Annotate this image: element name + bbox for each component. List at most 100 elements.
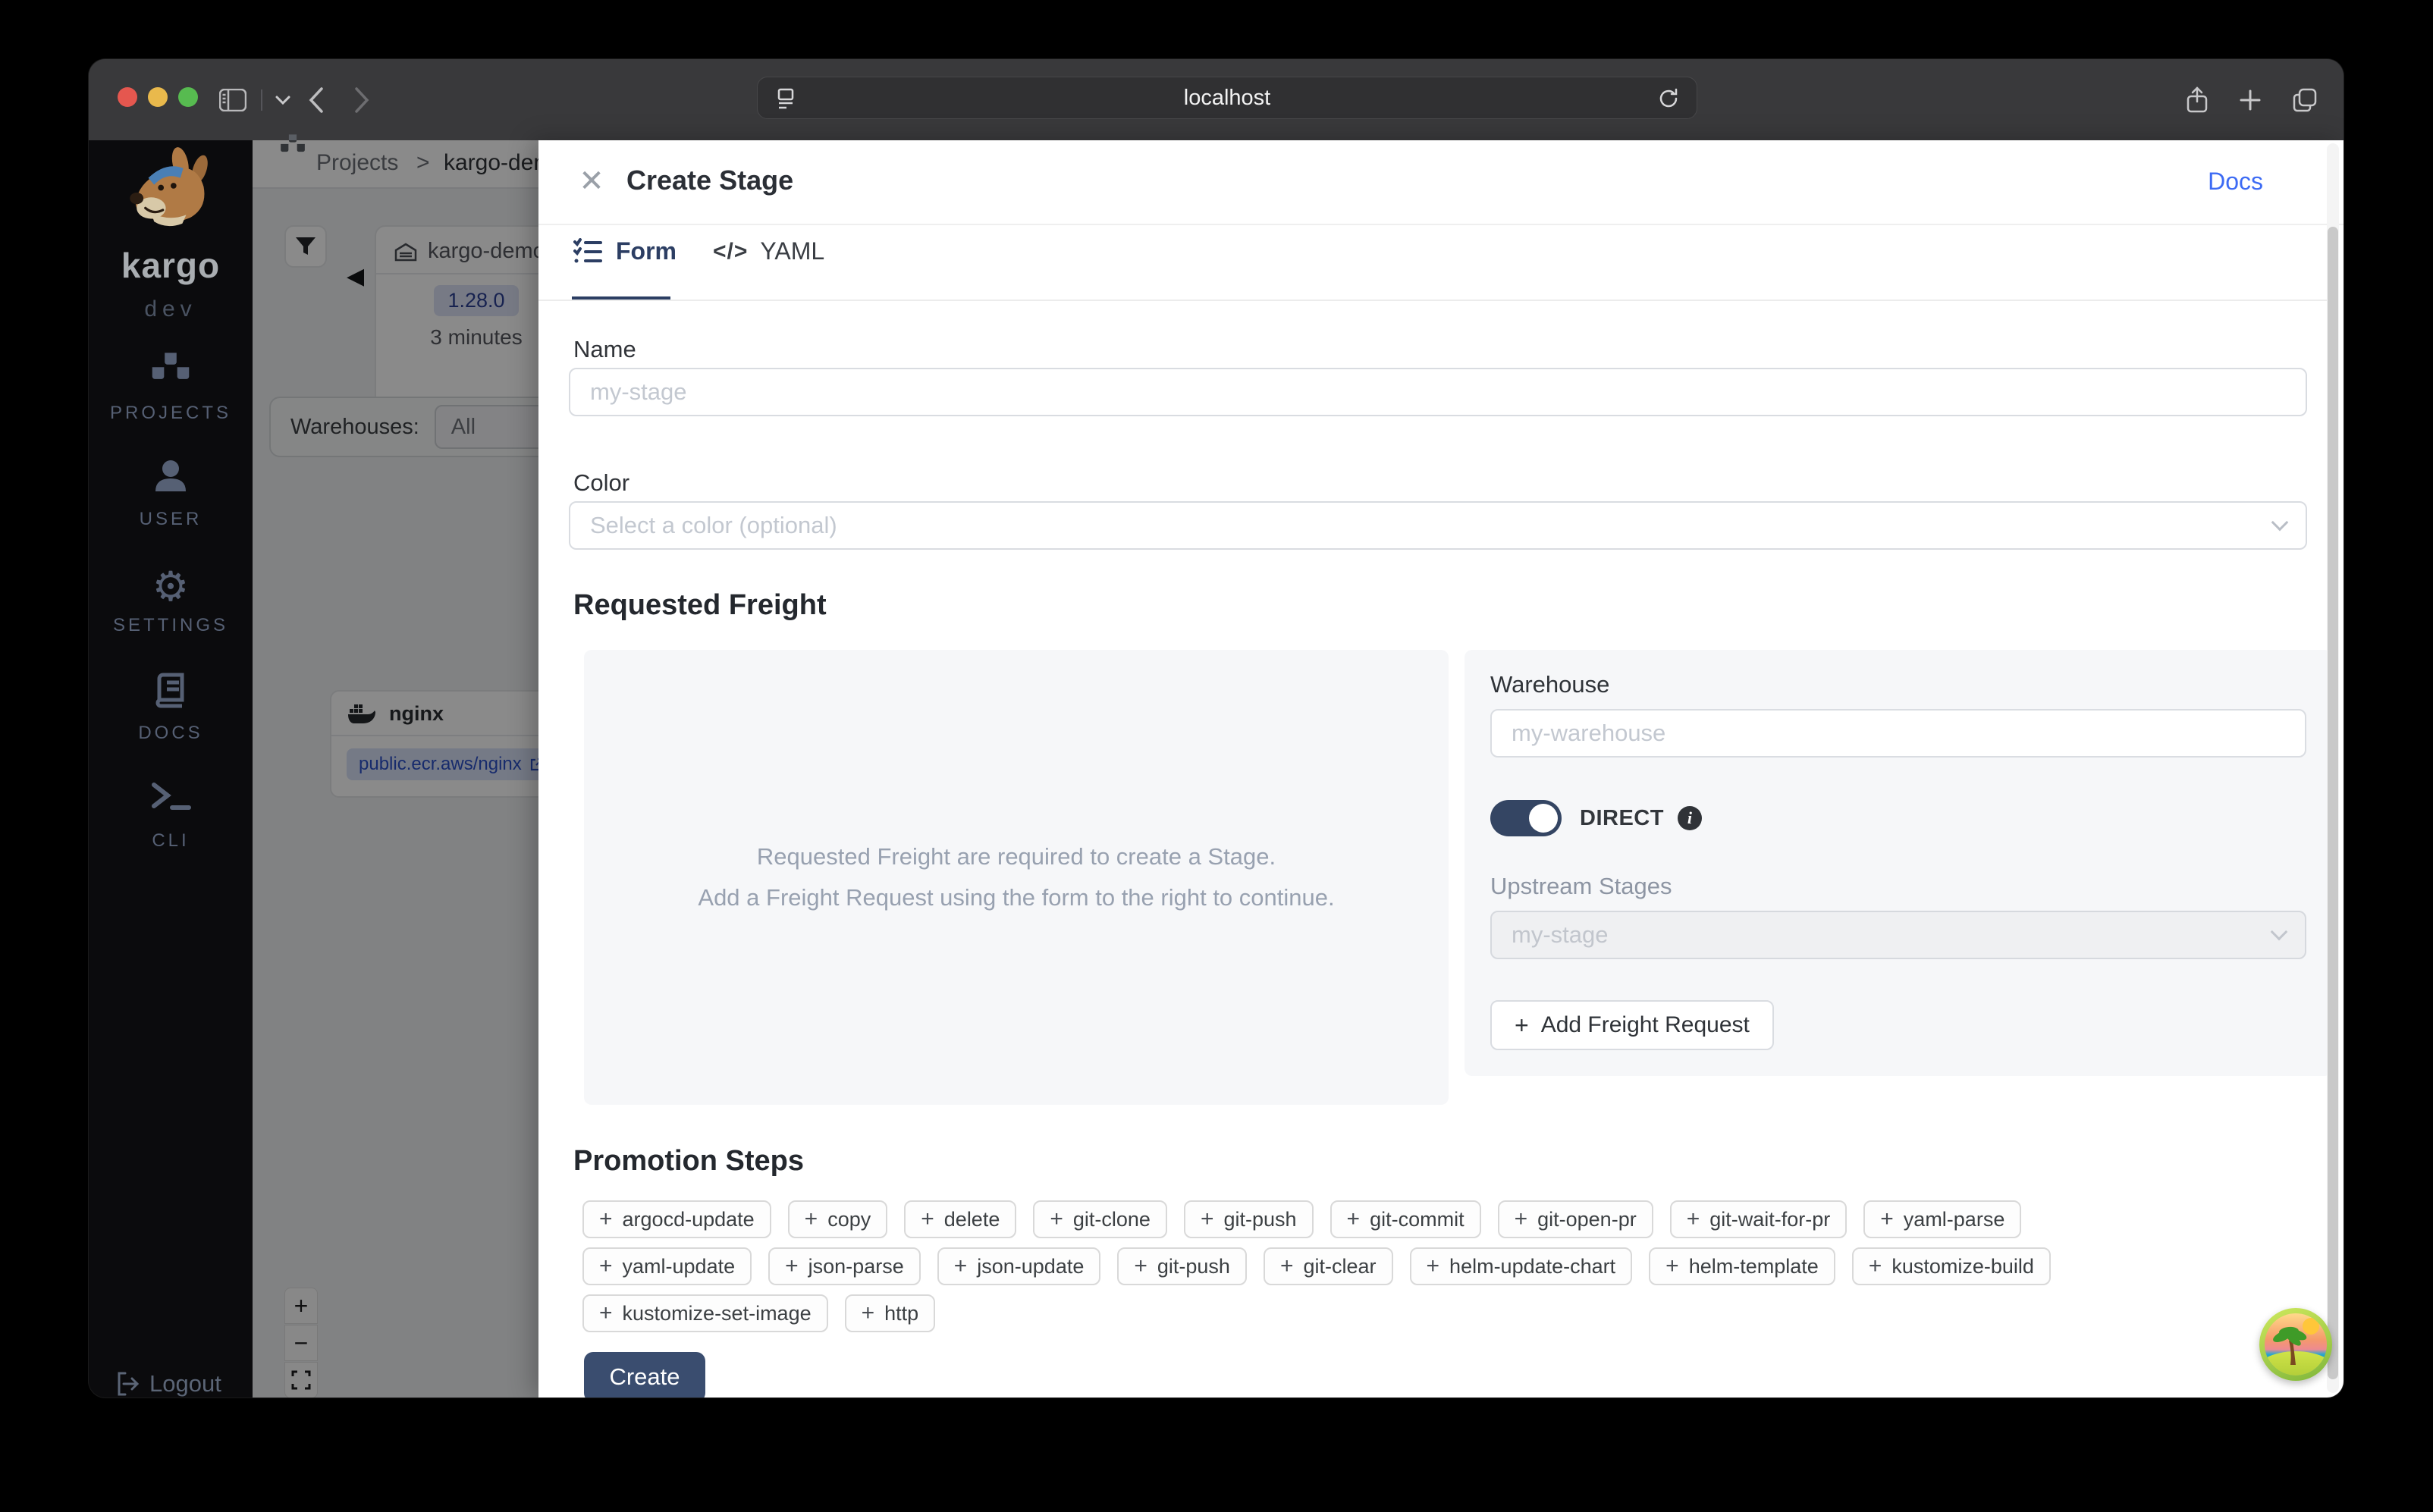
sidebar-item-user[interactable]: USER — [89, 457, 253, 530]
chevron-down-icon — [2271, 924, 2288, 941]
step-chip-copy[interactable]: +copy — [788, 1200, 888, 1238]
color-select[interactable]: Select a color (optional) — [569, 501, 2307, 550]
empty-line-1: Requested Freight are required to create… — [757, 843, 1276, 870]
plus-icon: + — [1201, 1206, 1214, 1232]
plus-icon: + — [1869, 1253, 1882, 1279]
sidebar-toggle-icon[interactable] — [212, 59, 254, 140]
step-chip-git-push-2[interactable]: +git-push — [1117, 1247, 1247, 1285]
promotion-steps-row-3: +kustomize-set-image +http — [582, 1294, 935, 1332]
gear-icon: ⚙ — [89, 563, 253, 610]
url-text: localhost — [1184, 86, 1270, 111]
empty-line-2: Add a Freight Request using the form to … — [698, 884, 1334, 911]
screen: localhost — [0, 0, 2433, 1512]
scrollbar-thumb[interactable] — [2328, 227, 2338, 1379]
sidebar-item-settings[interactable]: ⚙ SETTINGS — [89, 563, 253, 636]
plus-icon: + — [1515, 1012, 1529, 1040]
step-chip-argocd-update[interactable]: +argocd-update — [582, 1200, 771, 1238]
name-input[interactable]: my-stage — [569, 368, 2307, 416]
browser-window: localhost — [89, 59, 2344, 1398]
logout-button[interactable]: Logout — [116, 1370, 221, 1398]
plus-icon: + — [1427, 1253, 1440, 1279]
user-icon — [89, 457, 253, 504]
reload-icon[interactable] — [1657, 77, 1680, 120]
freight-request-form-panel: Warehouse my-warehouse DIRECT i Upstream… — [1465, 650, 2332, 1076]
step-chip-kustomize-set-image[interactable]: +kustomize-set-image — [582, 1294, 828, 1332]
plus-icon: + — [785, 1253, 799, 1279]
tropical-island-badge[interactable] — [2259, 1308, 2332, 1381]
toggle-knob — [1529, 804, 1558, 833]
docs-link[interactable]: Docs — [2208, 168, 2263, 196]
tab-yaml[interactable]: </> YAML — [713, 237, 824, 265]
color-placeholder: Select a color (optional) — [590, 512, 837, 539]
requested-freight-empty-panel: Requested Freight are required to create… — [584, 650, 1449, 1105]
logout-icon — [116, 1372, 139, 1396]
modal-header: ✕ Create Stage Docs — [538, 140, 2344, 225]
step-chip-json-update[interactable]: +json-update — [937, 1247, 1101, 1285]
step-chip-yaml-parse[interactable]: +yaml-parse — [1863, 1200, 2021, 1238]
upstream-stages-select[interactable]: my-stage — [1490, 911, 2306, 959]
warehouse-label: Warehouse — [1490, 671, 2306, 698]
sidebar-item-docs[interactable]: DOCS — [89, 671, 253, 744]
browser-titlebar: localhost — [89, 59, 2344, 140]
step-chip-delete[interactable]: +delete — [904, 1200, 1016, 1238]
add-freight-request-button[interactable]: + Add Freight Request — [1490, 1000, 1774, 1050]
name-placeholder: my-stage — [590, 378, 686, 406]
tropical-island-art — [2265, 1313, 2327, 1376]
book-icon — [89, 671, 253, 718]
step-chip-yaml-update[interactable]: +yaml-update — [582, 1247, 752, 1285]
sidebar-item-cli[interactable]: CLI — [89, 779, 253, 852]
url-bar[interactable]: localhost — [757, 77, 1697, 119]
requested-freight-heading: Requested Freight — [573, 589, 827, 622]
plus-icon: + — [1880, 1206, 1894, 1232]
zoom-window-button[interactable] — [178, 87, 198, 107]
tab-form[interactable]: Form — [573, 237, 677, 265]
color-label: Color — [573, 469, 629, 497]
minimize-window-button[interactable] — [148, 87, 168, 107]
checklist-icon — [573, 238, 604, 265]
plus-icon: + — [1347, 1206, 1361, 1232]
chevron-down-icon — [2271, 514, 2289, 532]
step-chip-git-commit[interactable]: +git-commit — [1330, 1200, 1481, 1238]
new-tab-icon[interactable] — [2229, 59, 2271, 140]
tab-overview-icon[interactable] — [2284, 59, 2326, 140]
add-freight-request-label: Add Freight Request — [1541, 1012, 1750, 1038]
step-chip-git-clone[interactable]: +git-clone — [1033, 1200, 1167, 1238]
page-settings-icon[interactable] — [774, 77, 797, 120]
tab-yaml-label: YAML — [760, 237, 824, 265]
terminal-icon — [89, 779, 253, 826]
app-area: Projects > kargo-demo ◀ kargo-demo 1.28.… — [89, 140, 2344, 1398]
step-chip-git-push[interactable]: +git-push — [1184, 1200, 1314, 1238]
plus-icon: + — [1280, 1253, 1294, 1279]
step-chip-kustomize-build[interactable]: +kustomize-build — [1852, 1247, 2051, 1285]
tabs-divider — [538, 300, 2328, 301]
kargo-logo — [122, 146, 219, 246]
step-chip-json-parse[interactable]: +json-parse — [768, 1247, 921, 1285]
forward-icon[interactable] — [339, 59, 385, 140]
direct-toggle[interactable] — [1490, 800, 1562, 836]
create-button[interactable]: Create — [584, 1352, 705, 1398]
step-chip-git-open-pr[interactable]: +git-open-pr — [1498, 1200, 1653, 1238]
create-stage-modal: ✕ Create Stage Docs Form </> — [538, 140, 2344, 1398]
step-chip-git-wait-for-pr[interactable]: +git-wait-for-pr — [1670, 1200, 1848, 1238]
modal-title: Create Stage — [626, 165, 793, 196]
modal-scrollbar[interactable] — [2327, 143, 2339, 1393]
warehouse-input[interactable]: my-warehouse — [1490, 709, 2306, 758]
close-icon[interactable]: ✕ — [572, 162, 611, 201]
step-chip-http[interactable]: +http — [845, 1294, 936, 1332]
info-icon[interactable]: i — [1678, 806, 1702, 830]
sidebar-item-label: PROJECTS — [89, 403, 253, 424]
promotion-steps-heading: Promotion Steps — [573, 1145, 804, 1178]
promotion-steps-row-2: +yaml-update +json-parse +json-update +g… — [582, 1247, 2051, 1285]
name-label: Name — [573, 336, 636, 363]
step-chip-git-clear[interactable]: +git-clear — [1264, 1247, 1393, 1285]
step-chip-helm-update-chart[interactable]: +helm-update-chart — [1410, 1247, 1633, 1285]
plus-icon: + — [1665, 1253, 1679, 1279]
sidebar-item-projects[interactable]: PROJECTS — [89, 351, 253, 424]
plus-icon: + — [599, 1206, 613, 1232]
close-window-button[interactable] — [118, 87, 137, 107]
step-chip-helm-template[interactable]: +helm-template — [1649, 1247, 1835, 1285]
direct-label: DIRECT — [1580, 806, 1664, 831]
sidebar-item-label: DOCS — [89, 723, 253, 744]
share-icon[interactable] — [2176, 59, 2218, 140]
env-label: dev — [89, 296, 253, 322]
